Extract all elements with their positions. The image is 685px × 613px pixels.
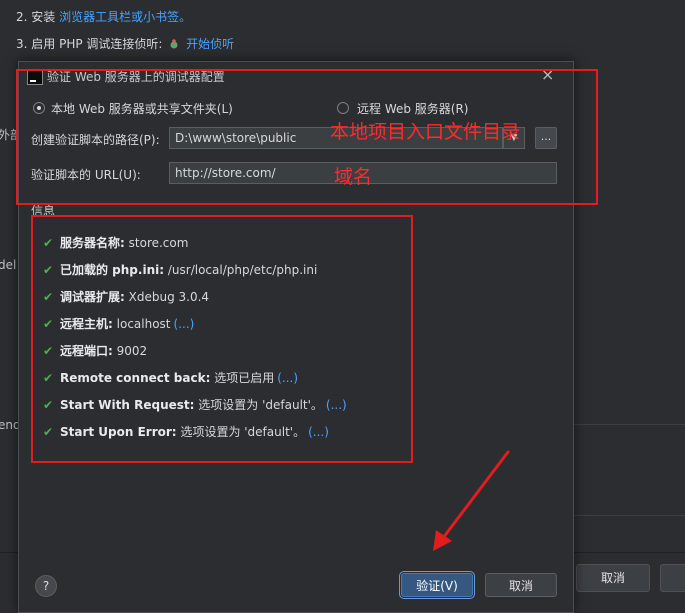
bg-divider	[572, 515, 685, 516]
annotation-box-info	[31, 215, 413, 463]
start-listening-link[interactable]: 开始侦听	[186, 37, 234, 51]
bg-divider	[572, 424, 685, 425]
annotation-arrow-icon	[433, 450, 510, 551]
bg-partial-button[interactable]	[660, 564, 685, 592]
annotation-entry-dir: 本地项目入口文件目录	[330, 121, 521, 143]
toolbar-link[interactable]: 浏览器工具栏或小书签。	[59, 10, 191, 24]
annotation-domain: 域名	[334, 166, 373, 188]
bug-icon	[168, 38, 180, 50]
help-button[interactable]: ?	[35, 575, 57, 597]
cancel-button[interactable]: 取消	[485, 573, 557, 597]
bg-cancel-button[interactable]: 取消	[576, 564, 650, 592]
bg-fragment-2: del	[0, 258, 17, 272]
step-3: 3. 启用 PHP 调试连接侦听: 开始侦听	[16, 37, 235, 51]
verify-button[interactable]: 验证(V)	[399, 571, 475, 599]
step-2: 2. 安装 浏览器工具栏或小书签。	[16, 10, 192, 24]
